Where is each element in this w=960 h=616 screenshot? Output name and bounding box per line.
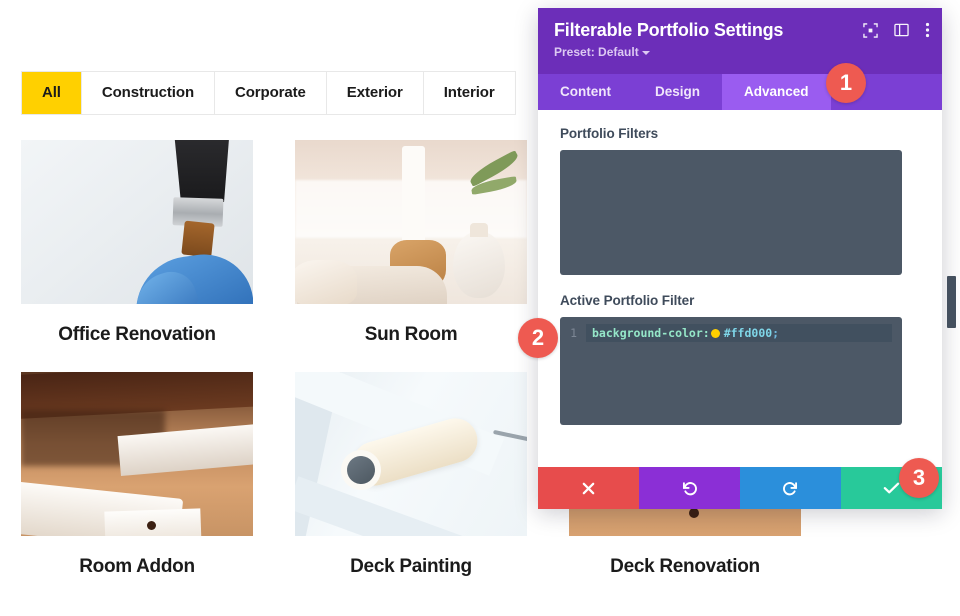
css-value: #ffd000 <box>723 326 773 340</box>
filter-tab-corporate[interactable]: Corporate <box>215 72 327 114</box>
portfolio-item-sun-room[interactable]: Sun Room <box>274 140 548 372</box>
layout-panel-icon[interactable] <box>894 23 909 37</box>
tab-design[interactable]: Design <box>633 74 722 110</box>
active-portfolio-filter-editor[interactable]: 1 background-color: #ffd000; <box>560 317 902 425</box>
callout-badge-1: 1 <box>826 63 866 103</box>
portfolio-item-title: Room Addon <box>79 556 195 577</box>
filter-tab-interior[interactable]: Interior <box>423 72 515 114</box>
paint-roller-photo <box>295 372 527 536</box>
portfolio-filter-bar: All Construction Corporate Exterior Inte… <box>21 71 516 115</box>
portfolio-item-room-addon[interactable]: Room Addon <box>0 372 274 604</box>
portfolio-item-title: Sun Room <box>364 324 458 345</box>
callout-badge-2: 2 <box>518 318 558 358</box>
portfolio-item-deck-painting[interactable]: Deck Painting <box>274 372 548 604</box>
preset-selector[interactable]: Preset: Default <box>554 45 926 59</box>
cancel-button[interactable] <box>538 467 639 509</box>
css-property: background-color: <box>592 326 710 340</box>
portfolio-item-title: Deck Renovation <box>610 556 760 577</box>
active-portfolio-filter-label: Active Portfolio Filter <box>560 293 695 308</box>
tab-advanced[interactable]: Advanced <box>722 74 831 110</box>
filter-tab-exterior[interactable]: Exterior <box>326 72 424 114</box>
portfolio-thumbnail[interactable] <box>295 140 527 304</box>
preset-label: Preset: Default <box>554 45 639 59</box>
portfolio-item-title: Deck Painting <box>350 556 472 577</box>
vase-greenery-photo <box>295 140 527 304</box>
wood-boards-photo <box>21 372 253 536</box>
screenshot-root: All Construction Corporate Exterior Inte… <box>0 0 960 616</box>
portfolio-item-title: Office Renovation <box>58 324 216 345</box>
code-text[interactable]: background-color: #ffd000; <box>586 324 892 342</box>
chevron-down-icon <box>641 50 650 55</box>
modal-tabbar: Content Design Advanced <box>538 74 942 110</box>
filter-tab-construction[interactable]: Construction <box>81 72 216 114</box>
paintbrush-photo <box>21 140 253 304</box>
portfolio-thumbnail[interactable] <box>21 140 253 304</box>
modal-header-icons <box>863 22 930 38</box>
modal-body: Portfolio Filters Active Portfolio Filte… <box>538 110 956 467</box>
callout-badge-3: 3 <box>899 458 939 498</box>
portfolio-filters-textarea[interactable] <box>560 150 902 275</box>
code-line: 1 background-color: #ffd000; <box>560 324 902 342</box>
tab-content[interactable]: Content <box>538 74 633 110</box>
undo-button[interactable] <box>639 467 740 509</box>
portfolio-item-office-renovation[interactable]: Office Renovation <box>0 140 274 372</box>
settings-modal: Filterable Portfolio Settings Preset: De… <box>538 8 956 509</box>
filter-tab-all[interactable]: All <box>22 72 82 114</box>
more-vertical-icon[interactable] <box>925 22 930 38</box>
modal-scrollbar[interactable] <box>947 276 956 328</box>
portfolio-filters-label: Portfolio Filters <box>560 126 659 141</box>
color-swatch-icon[interactable] <box>710 328 720 338</box>
portfolio-thumbnail[interactable] <box>295 372 527 536</box>
focus-target-icon[interactable] <box>863 22 878 38</box>
redo-button[interactable] <box>740 467 841 509</box>
line-number: 1 <box>570 326 577 340</box>
modal-header: Filterable Portfolio Settings Preset: De… <box>538 8 942 74</box>
modal-action-bar <box>538 467 942 509</box>
css-terminator: ; <box>772 326 780 340</box>
portfolio-thumbnail[interactable] <box>21 372 253 536</box>
